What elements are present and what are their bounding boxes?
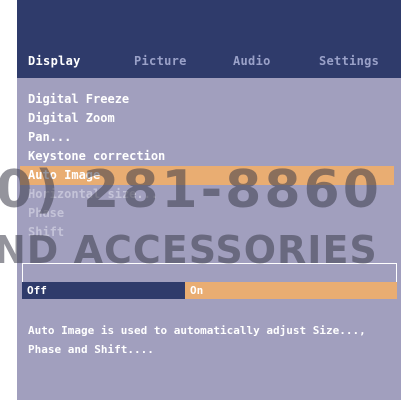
menu-item-digital-zoom[interactable]: Digital Zoom (17, 109, 401, 128)
tab-picture[interactable]: Picture (134, 52, 187, 70)
help-text: Auto Image is used to automatically adju… (28, 321, 388, 359)
help-text-line-2: Phase and Shift.... (28, 343, 154, 356)
tab-settings[interactable]: Settings (319, 52, 379, 70)
menu-item-pan[interactable]: Pan... (17, 128, 401, 147)
menu-item-shift: Shift (28, 225, 65, 239)
option-on-button[interactable]: On (185, 282, 397, 299)
menu-item-phase: Phase (28, 206, 65, 220)
menu-item-keystone-correction[interactable]: Keystone correction (17, 147, 401, 166)
help-text-line-1: Auto Image is used to automatically adju… (28, 324, 366, 337)
menu-item-horizontal-size: Horizontal size... (28, 187, 159, 201)
osd-menu: Display Picture Audio Settings Digital F… (17, 0, 401, 400)
menu-item-auto-image[interactable]: Auto Image (20, 166, 394, 185)
menu-item-digital-freeze[interactable]: Digital Freeze (17, 90, 401, 109)
value-display-box (22, 263, 397, 283)
option-off-button[interactable]: Off (22, 282, 185, 299)
display-menu-list: Digital Freeze Digital Zoom Pan... Keyst… (17, 90, 401, 242)
tab-display[interactable]: Display (28, 52, 81, 70)
auto-image-option-row: Off On (22, 282, 397, 299)
tab-bar: Display Picture Audio Settings (17, 52, 401, 70)
tab-audio[interactable]: Audio (233, 52, 271, 70)
